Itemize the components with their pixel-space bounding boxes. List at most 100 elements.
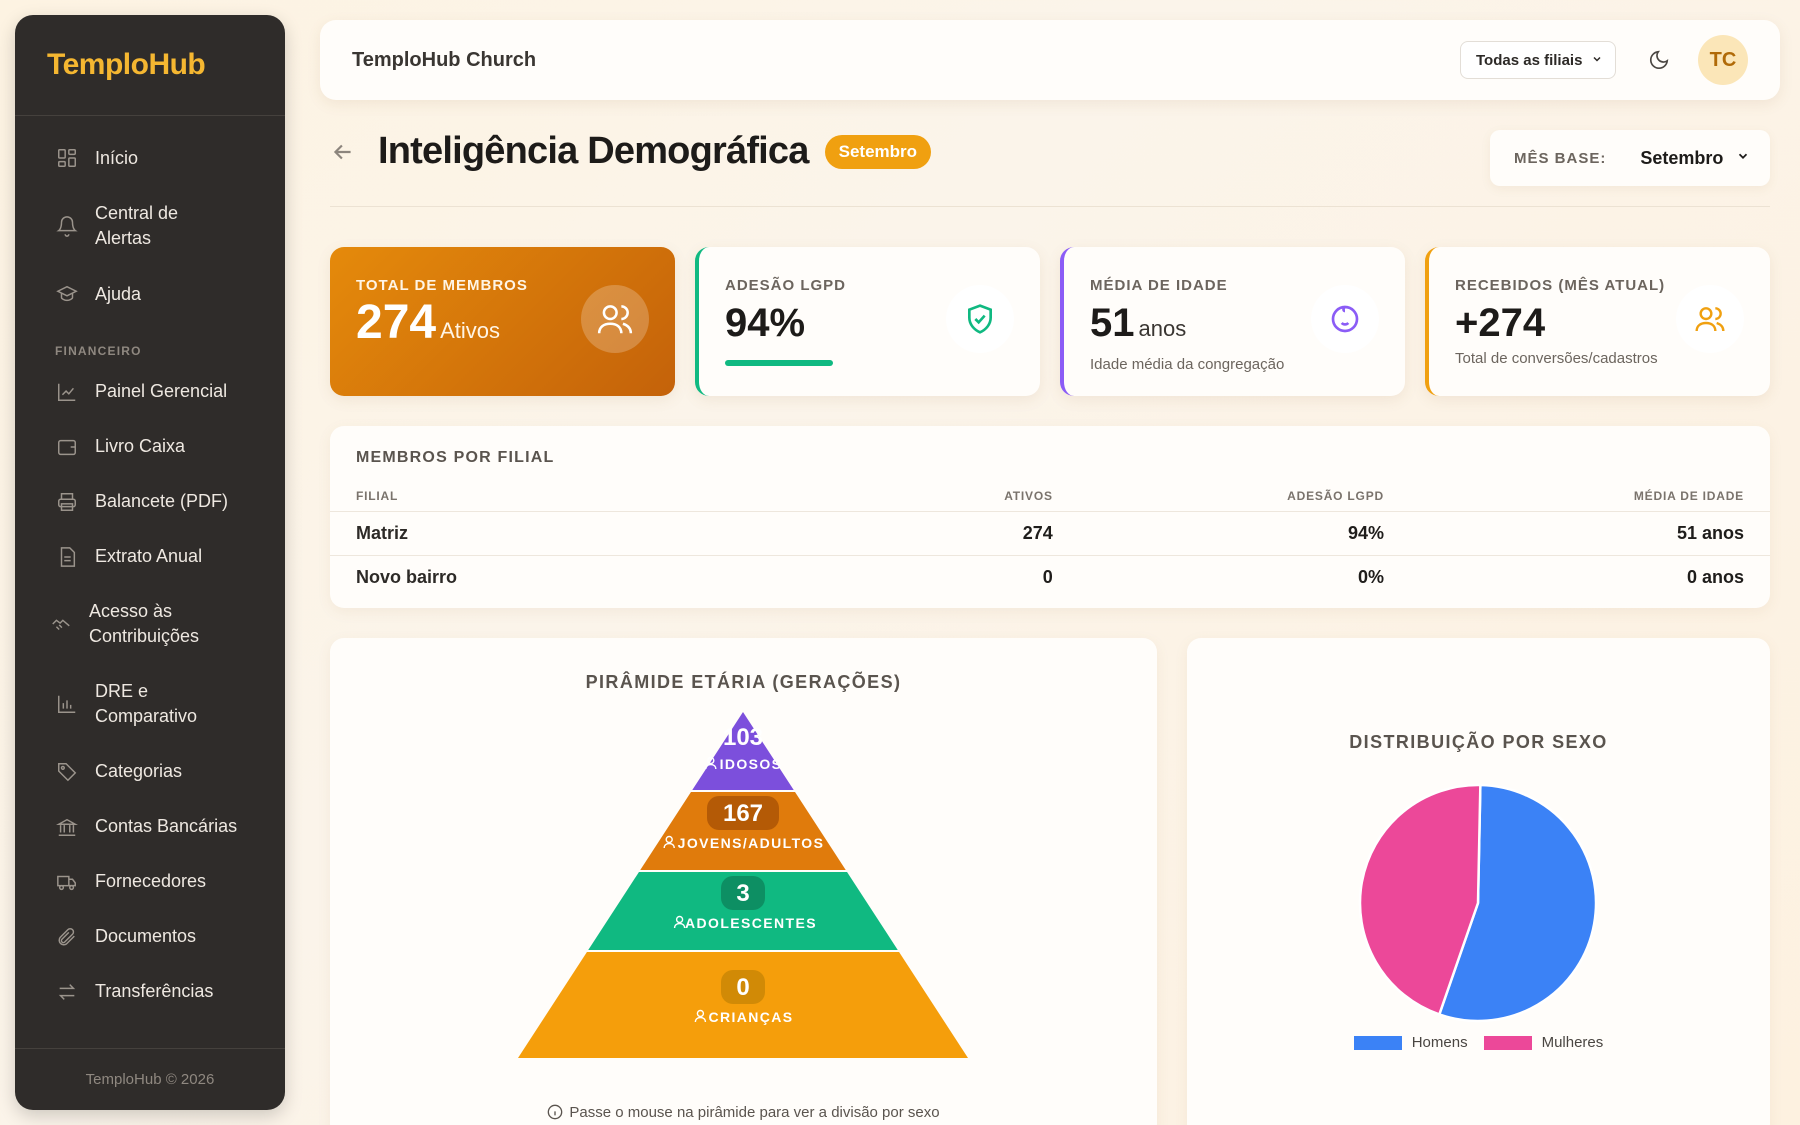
sidebar-item-alertas[interactable]: Central de Alertas bbox=[15, 186, 285, 266]
kpi-subtitle: Idade média da congregação bbox=[1090, 356, 1285, 373]
sidebar-item-documentos[interactable]: Documentos bbox=[15, 909, 285, 964]
top-header: TemploHub Church Todas as filiais TC bbox=[320, 20, 1780, 100]
info-icon bbox=[547, 1104, 563, 1124]
month-badge: Setembro bbox=[824, 134, 932, 169]
column-header: MÉDIA DE IDADE bbox=[1409, 481, 1770, 512]
sidebar-item-livro-caixa[interactable]: Livro Caixa bbox=[15, 419, 285, 474]
kpi-value: 51 bbox=[1090, 301, 1135, 345]
column-header: FILIAL bbox=[330, 481, 849, 512]
age-pyramid[interactable]: 103 IDOSOS 167 JOVENS/ADULTOS 3 ADOLESCENTES 0… bbox=[330, 708, 1157, 1088]
sidebar-item-ajuda[interactable]: Ajuda bbox=[15, 266, 285, 322]
sex-pie-chart[interactable] bbox=[1187, 778, 1770, 1028]
sidebar-item-label: Acesso às Contribuições bbox=[89, 601, 200, 646]
pyramid-label: CRIANÇAS bbox=[708, 1009, 793, 1025]
sidebar-item-label: Extrato Anual bbox=[95, 546, 203, 566]
chevron-down-icon bbox=[1591, 52, 1603, 69]
sidebar-item-contas-bancarias[interactable]: Contas Bancárias bbox=[15, 799, 285, 854]
brand-logo[interactable]: TemploHub bbox=[15, 15, 285, 116]
sidebar-item-acesso-contribuicoes[interactable]: Acesso às Contribuições bbox=[15, 584, 285, 664]
members-by-branch-card: MEMBROS POR FILIAL FILIAL ATIVOS ADESÃO … bbox=[330, 426, 1770, 608]
kpi-unit: anos bbox=[1138, 316, 1187, 341]
branch-select[interactable]: Todas as filiais bbox=[1460, 41, 1616, 79]
page-title: Inteligência Demográfica bbox=[378, 130, 809, 172]
column-header: ATIVOS bbox=[848, 481, 1079, 512]
table-row[interactable]: Novo bairro 0 0% 0 anos bbox=[330, 556, 1770, 600]
title-divider bbox=[330, 206, 1770, 207]
sidebar-item-balancete[interactable]: Balancete (PDF) bbox=[15, 474, 285, 529]
table-cell: 0 anos bbox=[1686, 567, 1744, 587]
kpi-total-members: TOTAL DE MEMBROS 274 Ativos bbox=[330, 247, 675, 396]
sidebar-item-categorias[interactable]: Categorias bbox=[15, 744, 285, 799]
kpi-lgpd: ADESÃO LGPD 94% bbox=[695, 247, 1040, 396]
sidebar-item-transferencias[interactable]: Transferências bbox=[15, 964, 285, 1019]
legend-swatch bbox=[1483, 1035, 1532, 1050]
table-cell: Novo bairro bbox=[356, 567, 458, 587]
table-cell: 0 bbox=[1042, 567, 1053, 587]
sidebar-item-fornecedores[interactable]: Fornecedores bbox=[15, 854, 285, 909]
sidebar-item-label: Início bbox=[95, 147, 139, 168]
pyramid-label: ADOLESCENTES bbox=[685, 915, 817, 931]
pyramid-value: 103 bbox=[723, 724, 763, 751]
sidebar-item-dre[interactable]: DRE e Comparativo bbox=[15, 664, 285, 744]
sidebar-item-label: Central de Alertas bbox=[95, 203, 179, 248]
pyramid-hint: Passe o mouse na pirâmide para ver a div… bbox=[330, 1104, 1157, 1124]
pyramid-label: JOVENS/ADULTOS bbox=[678, 835, 825, 851]
table-header-row: FILIAL ATIVOS ADESÃO LGPD MÉDIA DE IDADE bbox=[330, 481, 1770, 512]
pyramid-hint-text: Passe o mouse na pirâmide para ver a div… bbox=[569, 1104, 940, 1121]
sidebar-item-label: Documentos bbox=[95, 926, 197, 946]
legend-item-homens[interactable]: Homens bbox=[1353, 1034, 1468, 1051]
grid-icon bbox=[55, 146, 79, 170]
sidebar-item-painel-gerencial[interactable]: Painel Gerencial bbox=[15, 364, 285, 419]
page-title-row: Inteligência Demográfica Setembro bbox=[330, 130, 932, 173]
sidebar-item-label: Balancete (PDF) bbox=[95, 491, 229, 511]
age-pyramid-card: PIRÂMIDE ETÁRIA (GERAÇÕES) 103 IDOSOS 167 J… bbox=[330, 638, 1157, 1125]
sidebar-item-label: Ajuda bbox=[95, 283, 142, 304]
document-icon bbox=[55, 545, 79, 569]
pyramid-level-crian-as[interactable] bbox=[518, 952, 968, 1058]
theme-toggle-moon-icon[interactable] bbox=[1642, 43, 1676, 77]
month-base-select[interactable]: MÊS BASE: Setembro bbox=[1490, 130, 1770, 186]
sidebar-item-label: Fornecedores bbox=[95, 871, 207, 891]
sidebar-item-label: Transferências bbox=[95, 981, 214, 1001]
sidebar-item-label: Livro Caixa bbox=[95, 436, 186, 456]
printer-icon bbox=[55, 490, 79, 514]
branch-select-value: Todas as filiais bbox=[1476, 51, 1583, 69]
table-cell: 51 anos bbox=[1409, 511, 1770, 556]
pyramid-value: 0 bbox=[736, 974, 749, 1001]
truck-icon bbox=[55, 870, 79, 894]
sidebar: TemploHub Início Central de Alertas Ajud… bbox=[15, 15, 285, 1110]
arrows-swap-icon bbox=[55, 980, 79, 1004]
table-cell: 274 bbox=[848, 511, 1079, 556]
chevron-down-icon bbox=[1736, 149, 1750, 168]
handshake-icon bbox=[49, 612, 73, 636]
wallet-icon bbox=[55, 435, 79, 459]
sidebar-item-inicio[interactable]: Início bbox=[15, 130, 285, 186]
sidebar-item-label: DRE e Comparativo bbox=[95, 681, 198, 726]
sidebar-section-financeiro: FINANCEIRO bbox=[55, 344, 142, 358]
pyramid-value: 167 bbox=[723, 800, 763, 827]
sidebar-item-extrato-anual[interactable]: Extrato Anual bbox=[15, 529, 285, 584]
legend-label: Homens bbox=[1411, 1034, 1468, 1051]
table-row[interactable]: Matriz 274 94% 51 anos bbox=[330, 511, 1770, 556]
kpi-average-age: MÉDIA DE IDADE 51 anos Idade média da con… bbox=[1060, 247, 1405, 396]
sex-distribution-card: DISTRIBUIÇÃO POR SEXO Homens Mulheres bbox=[1187, 638, 1770, 1125]
line-chart-icon bbox=[55, 380, 79, 404]
legend-swatch bbox=[1353, 1035, 1402, 1050]
lgpd-progress-bar bbox=[725, 360, 833, 366]
paperclip-icon bbox=[55, 925, 79, 949]
bank-icon bbox=[55, 815, 79, 839]
sidebar-item-label: Contas Bancárias bbox=[95, 816, 238, 836]
baby-face-icon bbox=[1311, 285, 1379, 353]
table-cell: 0% bbox=[1357, 567, 1384, 587]
org-name: TemploHub Church bbox=[352, 48, 537, 71]
column-header: ADESÃO LGPD bbox=[1078, 481, 1410, 512]
table-title: MEMBROS POR FILIAL bbox=[356, 449, 555, 466]
back-arrow-icon[interactable] bbox=[330, 138, 358, 166]
user-avatar[interactable]: TC bbox=[1698, 35, 1748, 85]
users-icon bbox=[1676, 285, 1744, 353]
sidebar-item-label: Categorias bbox=[95, 761, 183, 781]
legend-item-mulheres[interactable]: Mulheres bbox=[1483, 1034, 1603, 1051]
bar-chart-icon bbox=[55, 692, 79, 716]
sidebar-nav: Início Central de Alertas Ajuda FINANCEI… bbox=[15, 116, 285, 1048]
bell-icon bbox=[55, 214, 79, 238]
